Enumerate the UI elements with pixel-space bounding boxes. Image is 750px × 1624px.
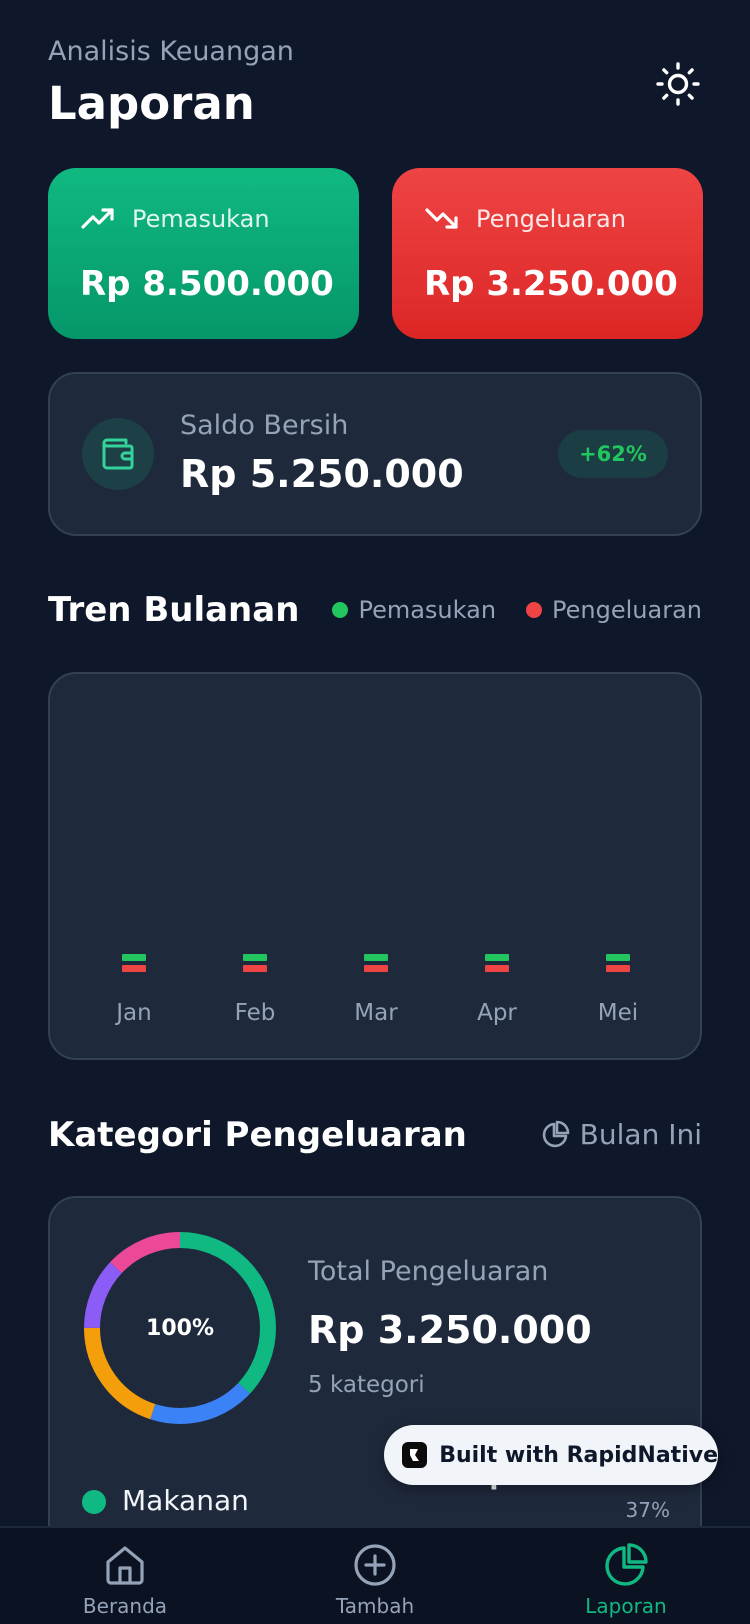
balance-label: Saldo Bersih bbox=[180, 410, 349, 441]
legend-item-expense: Pengeluaran bbox=[526, 596, 702, 624]
expense-bar-mei bbox=[606, 965, 630, 972]
total-expense-label: Total Pengeluaran bbox=[308, 1256, 549, 1287]
legend-item-income: Pemasukan bbox=[332, 596, 496, 624]
tab-label: Laporan bbox=[585, 1594, 667, 1618]
income-card[interactable]: Pemasukan Rp 8.500.000 bbox=[48, 168, 359, 339]
pie-chart-icon bbox=[542, 1120, 569, 1147]
trending-down-icon bbox=[425, 208, 458, 229]
pie-chart-icon bbox=[605, 1543, 648, 1586]
tab-laporan[interactable]: Laporan bbox=[551, 1542, 701, 1624]
x-tick-label: Mar bbox=[354, 1000, 398, 1026]
income-bar-mar bbox=[364, 954, 388, 961]
balance-card: Saldo Bersih Rp 5.250.000 +62% bbox=[48, 372, 702, 536]
balance-change-badge: +62% bbox=[558, 430, 668, 478]
expense-bar-apr bbox=[485, 965, 509, 972]
income-bar-feb bbox=[243, 954, 267, 961]
theme-toggle-button[interactable] bbox=[654, 60, 702, 108]
period-filter-button[interactable]: Bulan Ini bbox=[540, 1118, 702, 1151]
expense-card[interactable]: Pengeluaran Rp 3.250.000 bbox=[392, 168, 703, 339]
donut-center-label: 100% bbox=[146, 1315, 214, 1341]
income-value: Rp 8.500.000 bbox=[80, 264, 334, 304]
legend-dot-income bbox=[332, 602, 349, 618]
rapidnative-logo-icon bbox=[402, 1442, 428, 1468]
category-name: Makanan bbox=[122, 1484, 249, 1517]
total-expense-value: Rp 3.250.000 bbox=[308, 1308, 592, 1352]
header-subtitle: Analisis Keuangan bbox=[48, 36, 294, 67]
legend-dot-expense bbox=[526, 602, 543, 618]
tab-beranda[interactable]: Beranda bbox=[50, 1542, 200, 1624]
wallet-icon bbox=[102, 438, 134, 470]
built-with-badge[interactable]: Built with RapidNative bbox=[384, 1425, 718, 1485]
category-percent: 37% bbox=[625, 1498, 670, 1522]
category-count: 5 kategori bbox=[308, 1372, 425, 1398]
plus-circle-icon bbox=[354, 1544, 396, 1586]
legend-label-expense: Pengeluaran bbox=[552, 596, 702, 624]
trending-up-icon bbox=[81, 208, 114, 229]
x-tick-label: Mei bbox=[598, 1000, 638, 1026]
trend-title: Tren Bulanan bbox=[48, 590, 300, 630]
x-tick-label: Feb bbox=[235, 1000, 276, 1026]
trend-legend: Pemasukan Pengeluaran bbox=[302, 596, 702, 624]
page-title: Laporan bbox=[48, 77, 255, 130]
tab-label: Tambah bbox=[335, 1594, 415, 1618]
header: Analisis Keuangan Laporan bbox=[48, 34, 702, 134]
bottom-tab-bar: Beranda Tambah Laporan bbox=[0, 1526, 750, 1624]
legend-label-income: Pemasukan bbox=[358, 596, 497, 624]
x-tick-label: Jan bbox=[114, 1000, 151, 1026]
expense-bar-jan bbox=[122, 965, 146, 972]
income-bar-apr bbox=[485, 954, 509, 961]
wallet-icon-wrap bbox=[82, 418, 154, 490]
home-icon bbox=[106, 1546, 144, 1585]
tab-tambah[interactable]: Tambah bbox=[300, 1542, 450, 1624]
income-bar-jan bbox=[122, 954, 146, 961]
category-dot bbox=[82, 1490, 106, 1514]
expense-bar-feb bbox=[243, 965, 267, 972]
period-label: Bulan Ini bbox=[579, 1118, 702, 1151]
sun-icon bbox=[656, 62, 700, 106]
balance-value: Rp 5.250.000 bbox=[180, 452, 464, 496]
income-label: Pemasukan bbox=[132, 205, 270, 233]
trend-chart-card: Jan Feb Mar Apr Mei bbox=[48, 672, 702, 1060]
expense-value: Rp 3.250.000 bbox=[424, 264, 678, 304]
x-tick-label: Apr bbox=[477, 1000, 517, 1026]
trend-chart: Jan Feb Mar Apr Mei bbox=[114, 954, 638, 1026]
expense-bar-mar bbox=[364, 965, 388, 972]
expense-label: Pengeluaran bbox=[476, 205, 626, 233]
category-title: Kategori Pengeluaran bbox=[48, 1115, 467, 1155]
built-with-text: Built with RapidNative bbox=[439, 1442, 718, 1468]
income-bar-mei bbox=[606, 954, 630, 961]
tab-label: Beranda bbox=[82, 1594, 168, 1618]
